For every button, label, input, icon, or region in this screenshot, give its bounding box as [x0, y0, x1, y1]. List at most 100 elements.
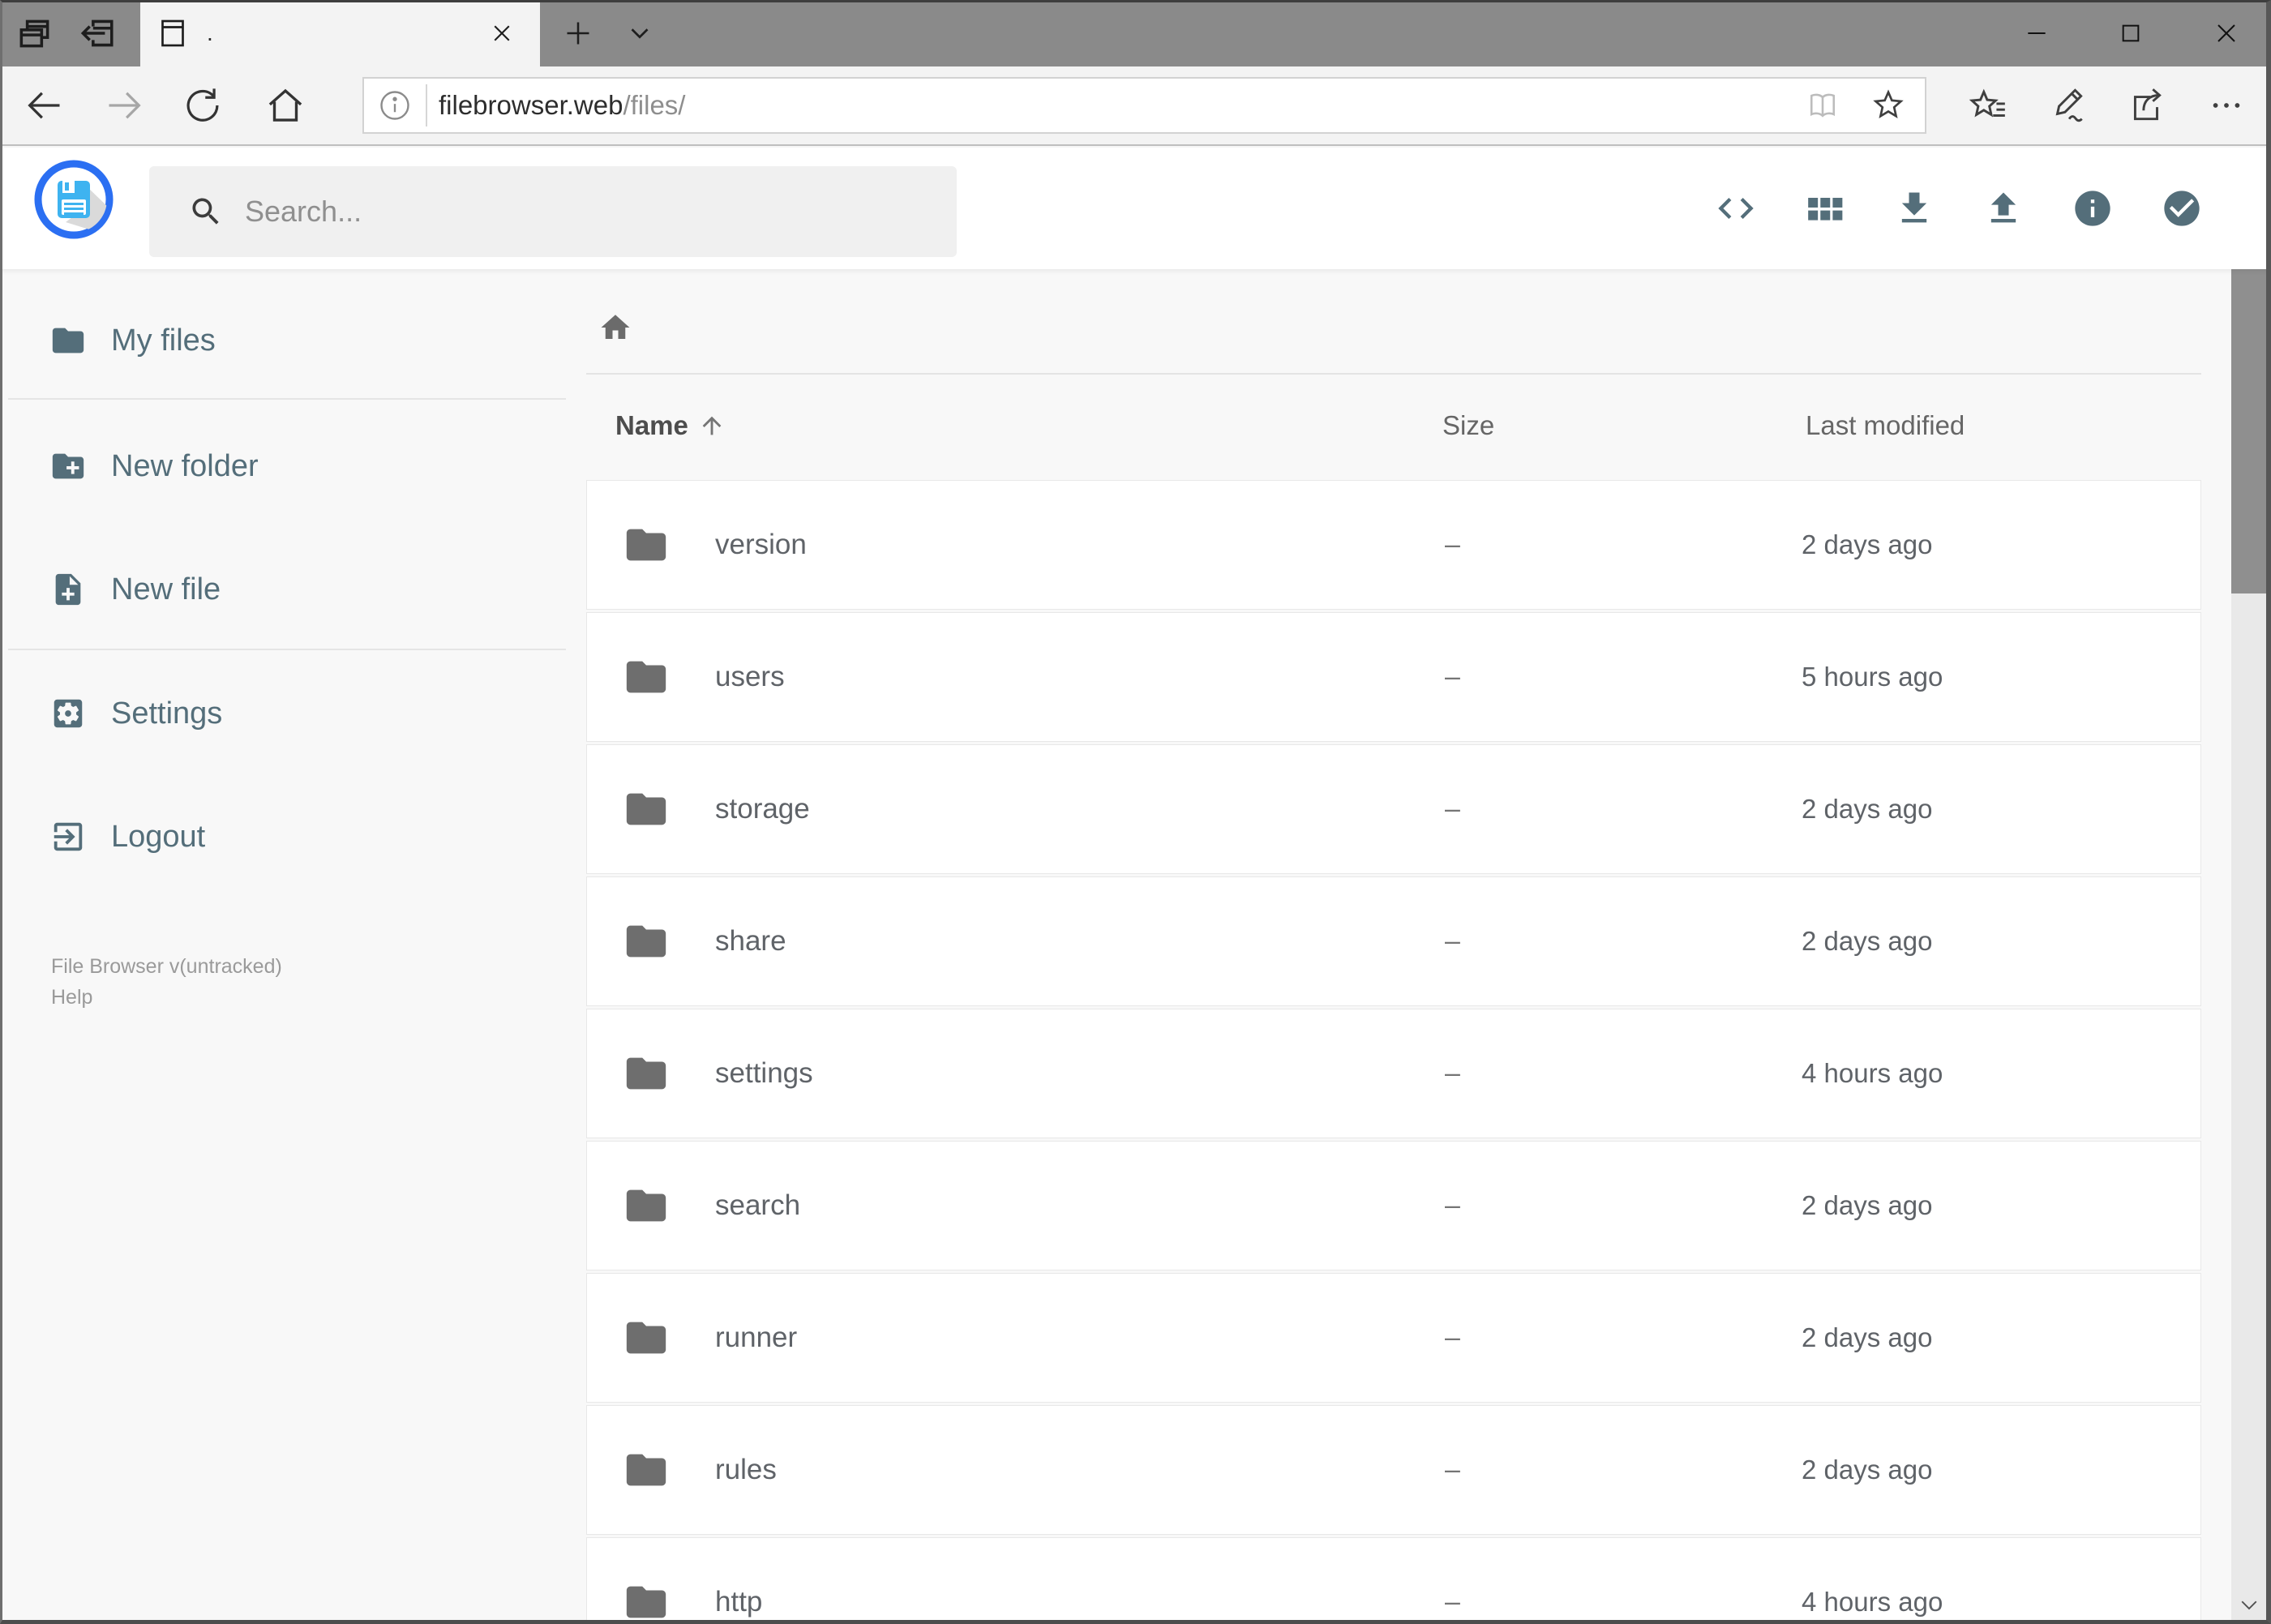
share-button[interactable] — [2115, 66, 2179, 144]
folder-icon — [49, 322, 87, 359]
url-separator — [426, 84, 427, 126]
file-modified: 2 days ago — [1802, 529, 1933, 559]
favorite-star-icon[interactable] — [1870, 87, 1907, 124]
download-button[interactable] — [1893, 148, 1935, 269]
file-row-version[interactable]: version – 2 days ago — [586, 480, 2201, 610]
file-row-storage[interactable]: storage – 2 days ago — [586, 744, 2201, 874]
file-row-http[interactable]: http – 4 hours ago — [586, 1537, 2201, 1624]
web-note-pen-button[interactable] — [2035, 66, 2100, 144]
column-label: Name — [615, 410, 688, 440]
filebrowser-logo — [33, 159, 114, 240]
file-size: – — [1445, 1322, 1460, 1353]
forward-button[interactable] — [92, 66, 157, 144]
file-name: settings — [715, 1057, 813, 1089]
sidebar-item-settings[interactable]: Settings — [0, 670, 568, 757]
reading-view-icon[interactable] — [1803, 88, 1842, 123]
file-row-settings[interactable]: settings – 4 hours ago — [586, 1009, 2201, 1138]
file-name: share — [715, 925, 786, 957]
file-row-rules[interactable]: rules – 2 days ago — [586, 1405, 2201, 1535]
new-tab-button[interactable] — [548, 0, 608, 66]
file-modified: 2 days ago — [1802, 1455, 1933, 1485]
sidebar-divider — [8, 649, 566, 650]
sidebar-item-new-folder[interactable]: New folder — [0, 422, 568, 510]
hub-favorites-button[interactable] — [1956, 66, 2020, 144]
set-tabs-aside-icon — [76, 13, 117, 54]
file-modified: 2 days ago — [1802, 926, 1933, 956]
tab-title: . — [207, 20, 213, 45]
filebrowser-header — [0, 148, 2271, 269]
file-modified: 4 hours ago — [1802, 1587, 1943, 1617]
file-row-users[interactable]: users – 5 hours ago — [586, 612, 2201, 742]
file-name: http — [715, 1586, 763, 1618]
sidebar-item-label: Settings — [111, 696, 223, 731]
refresh-button[interactable] — [170, 66, 235, 144]
file-row-share[interactable]: share – 2 days ago — [586, 876, 2201, 1006]
browser-tab[interactable]: . — [140, 0, 540, 66]
page-icon — [156, 15, 189, 51]
column-headers: Name Size Last modified — [586, 405, 2201, 451]
file-size: – — [1445, 1057, 1460, 1089]
search-box[interactable] — [149, 166, 957, 257]
folder-icon — [623, 1314, 670, 1361]
listing-divider — [586, 373, 2201, 375]
url-path: /files/ — [623, 90, 686, 120]
file-plus-icon — [49, 571, 87, 608]
file-name: storage — [715, 793, 810, 825]
sort-ascending-icon — [698, 412, 726, 439]
file-modified: 5 hours ago — [1802, 662, 1943, 692]
file-name: rules — [715, 1454, 777, 1485]
window-close-button[interactable] — [2186, 0, 2267, 66]
breadcrumb-home-button[interactable] — [593, 305, 638, 350]
window-minimize-button[interactable] — [1996, 0, 2077, 66]
browser-window: . filebrowser.web /files/ Search... My f… — [0, 0, 2271, 1624]
grid-view-button[interactable] — [1804, 148, 1846, 269]
window-maximize-button[interactable] — [2090, 0, 2171, 66]
sidebar-divider — [8, 398, 566, 400]
column-header-modified[interactable]: Last modified — [1806, 410, 1965, 441]
tab-close-button[interactable] — [490, 0, 514, 66]
site-info-icon[interactable] — [377, 88, 413, 123]
sidebar-item-logout[interactable]: Logout — [0, 793, 568, 881]
file-size: – — [1445, 529, 1460, 560]
select-multiple-button[interactable] — [2161, 148, 2203, 269]
help-link[interactable]: Help — [51, 986, 92, 1009]
file-size: – — [1445, 1454, 1460, 1485]
sidebar-item-my-files[interactable]: My files — [0, 297, 568, 384]
address-bar[interactable]: filebrowser.web/files/ — [362, 77, 1926, 134]
back-button[interactable] — [11, 66, 76, 144]
header-toolbar — [1715, 148, 2203, 269]
sidebar: My files New folder New file Settings Lo… — [0, 269, 569, 1624]
file-name: runner — [715, 1322, 798, 1353]
folder-icon — [623, 653, 670, 701]
search-icon — [149, 194, 224, 229]
folder-icon — [623, 521, 670, 568]
folder-icon — [623, 1050, 670, 1097]
set-tabs-aside-button[interactable] — [66, 0, 126, 66]
column-header-name[interactable]: Name — [615, 410, 726, 441]
info-button[interactable] — [2072, 148, 2114, 269]
code-view-button[interactable] — [1715, 148, 1757, 269]
scroll-down-button[interactable] — [2231, 1585, 2266, 1624]
home-button[interactable] — [253, 66, 318, 144]
tab-list-button[interactable] — [610, 0, 670, 66]
file-modified: 2 days ago — [1802, 794, 1933, 824]
file-row-search[interactable]: search – 2 days ago — [586, 1141, 2201, 1270]
browser-tab-bar: . — [0, 0, 2271, 66]
file-modified: 2 days ago — [1802, 1190, 1933, 1220]
folder-icon — [623, 918, 670, 965]
upload-button[interactable] — [1982, 148, 2025, 269]
file-row-runner[interactable]: runner – 2 days ago — [586, 1273, 2201, 1403]
file-size: – — [1445, 793, 1460, 825]
tab-preview-button[interactable] — [5, 0, 65, 66]
folder-icon — [623, 1446, 670, 1493]
sidebar-item-new-file[interactable]: New file — [0, 546, 568, 633]
search-input[interactable] — [245, 195, 893, 229]
column-header-size[interactable]: Size — [1442, 410, 1494, 441]
file-size: – — [1445, 1586, 1460, 1618]
sidebar-item-label: Logout — [111, 819, 206, 854]
browser-navbar: filebrowser.web/files/ — [0, 66, 2271, 146]
page-scrollbar[interactable] — [2231, 149, 2266, 1624]
home-icon — [598, 311, 632, 345]
more-options-button[interactable] — [2194, 66, 2259, 144]
url-host: filebrowser.web — [439, 90, 623, 120]
